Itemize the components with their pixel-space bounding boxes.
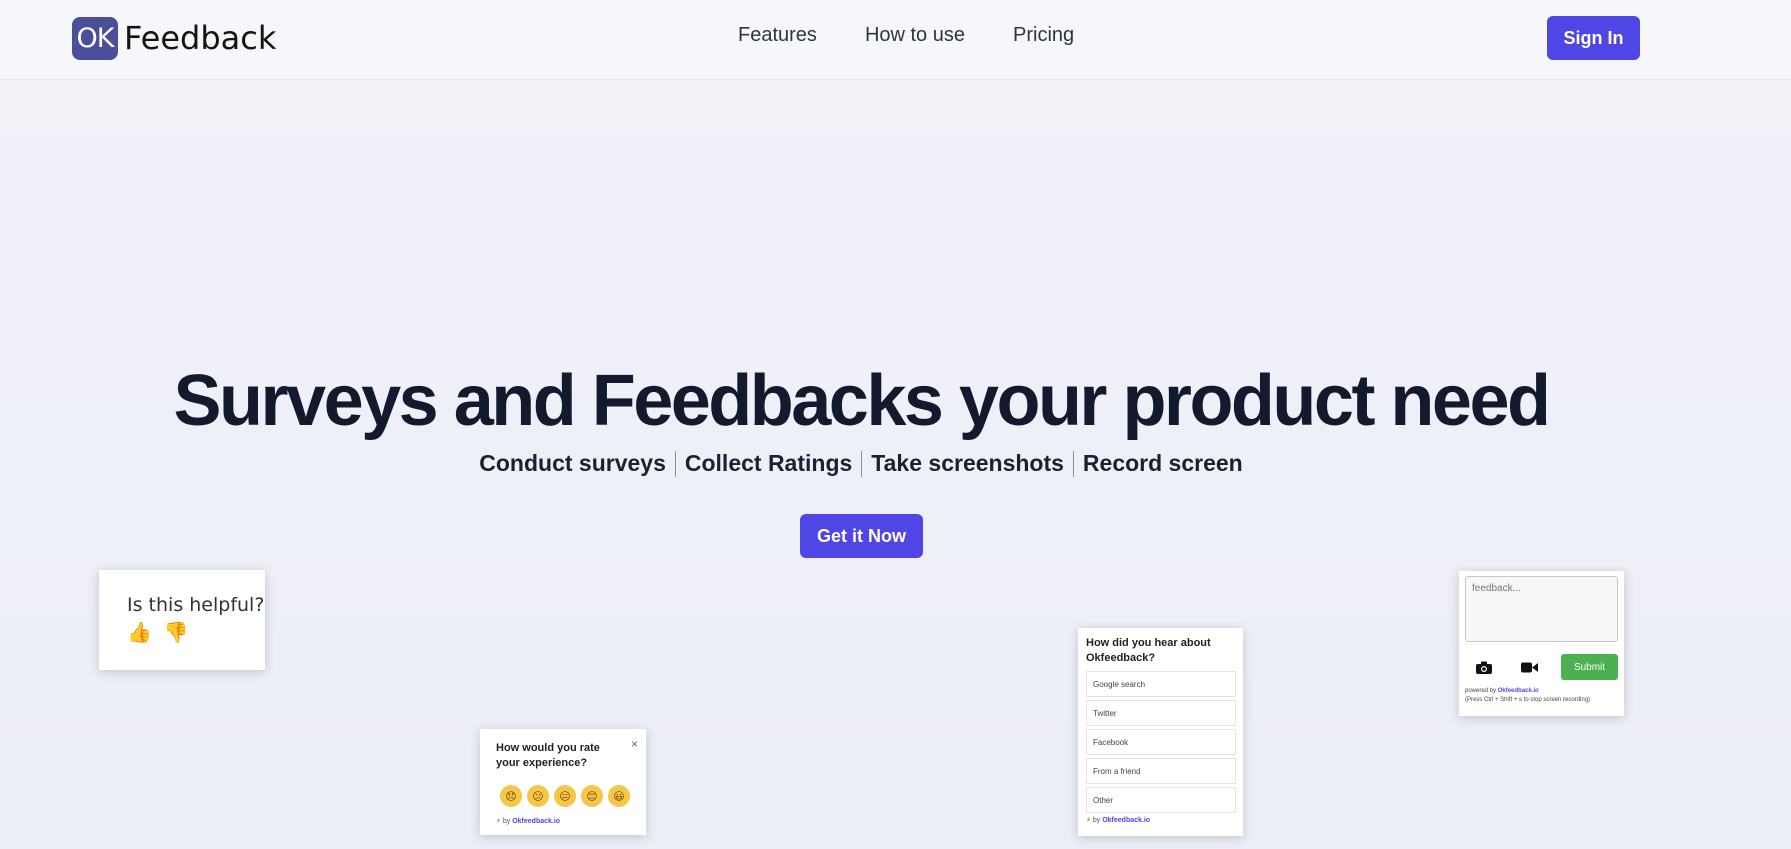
option-twitter[interactable]: Twitter bbox=[1086, 700, 1236, 726]
sign-in-button[interactable]: Sign In bbox=[1547, 16, 1640, 60]
powered-by: ⚡ by Okfeedback.io bbox=[1086, 817, 1151, 824]
nav-features[interactable]: Features bbox=[738, 24, 817, 47]
powered-by: ⚡ by Okfeedback.io bbox=[496, 818, 561, 825]
powered-by-link[interactable]: Okfeedback.io bbox=[512, 818, 560, 825]
option-other[interactable]: Other bbox=[1086, 787, 1236, 813]
powered-by: powered by Okfeedback.io (Press Ctrl + S… bbox=[1465, 688, 1591, 703]
divider bbox=[861, 450, 863, 477]
option-google-search[interactable]: Google search bbox=[1086, 671, 1236, 697]
logo-text: Feedback bbox=[124, 19, 277, 57]
source-question: How did you hear about Okfeedback? bbox=[1086, 637, 1211, 664]
camera-icon[interactable] bbox=[1465, 654, 1503, 680]
emoji-very-sad-icon[interactable]: 😞 bbox=[500, 785, 522, 807]
main-nav: Features How to use Pricing bbox=[738, 24, 1074, 47]
top-navbar: OK Feedback Features How to use Pricing … bbox=[0, 0, 1791, 80]
source-survey-widget: How did you hear about Okfeedback? Googl… bbox=[1078, 628, 1243, 836]
divider bbox=[1072, 450, 1074, 477]
emoji-happy-icon[interactable]: 😊 bbox=[581, 785, 603, 807]
feature-surveys: Conduct surveys bbox=[479, 450, 666, 476]
nav-pricing[interactable]: Pricing bbox=[1013, 24, 1074, 47]
nav-how-to-use[interactable]: How to use bbox=[865, 24, 965, 47]
thumbs-up-icon[interactable]: 👍 bbox=[127, 620, 152, 645]
feedback-widget: Submit powered by Okfeedback.io (Press C… bbox=[1459, 571, 1624, 716]
video-icon[interactable] bbox=[1510, 654, 1548, 680]
close-icon[interactable]: × bbox=[631, 737, 638, 751]
helpful-widget: Is this helpful? 👍 👎 bbox=[99, 570, 265, 670]
powered-by-link[interactable]: Okfeedback.io bbox=[1498, 688, 1539, 694]
feature-list: Conduct surveys Collect Ratings Take scr… bbox=[0, 450, 1722, 477]
emoji-neutral-icon[interactable]: 😐 bbox=[554, 785, 576, 807]
option-facebook[interactable]: Facebook bbox=[1086, 729, 1236, 755]
emoji-sad-icon[interactable]: 😕 bbox=[527, 785, 549, 807]
feature-record-screen: Record screen bbox=[1082, 450, 1243, 476]
recording-hint: (Press Ctrl + Shift + s to stop screen r… bbox=[1465, 697, 1591, 703]
emoji-very-happy-icon[interactable]: 😃 bbox=[608, 785, 630, 807]
feedback-input[interactable] bbox=[1465, 576, 1618, 642]
feature-ratings: Collect Ratings bbox=[684, 450, 853, 476]
rating-question: How would you rate your experience? bbox=[496, 742, 600, 769]
thumbs-down-icon[interactable]: 👎 bbox=[164, 620, 189, 645]
logo[interactable]: OK Feedback bbox=[72, 16, 276, 60]
feature-screenshots: Take screenshots bbox=[871, 450, 1064, 476]
option-from-a-friend[interactable]: From a friend bbox=[1086, 758, 1236, 784]
helpful-question: Is this helpful? bbox=[127, 594, 265, 616]
hero-title: Surveys and Feedbacks your product need bbox=[173, 361, 1551, 441]
get-it-now-button[interactable]: Get it Now bbox=[800, 514, 923, 558]
logo-mark: OK bbox=[72, 16, 118, 60]
rating-widget: × How would you rate your experience? 😞 … bbox=[480, 729, 646, 835]
submit-button[interactable]: Submit bbox=[1561, 654, 1618, 680]
divider bbox=[674, 450, 676, 477]
powered-by-link[interactable]: Okfeedback.io bbox=[1102, 817, 1150, 824]
